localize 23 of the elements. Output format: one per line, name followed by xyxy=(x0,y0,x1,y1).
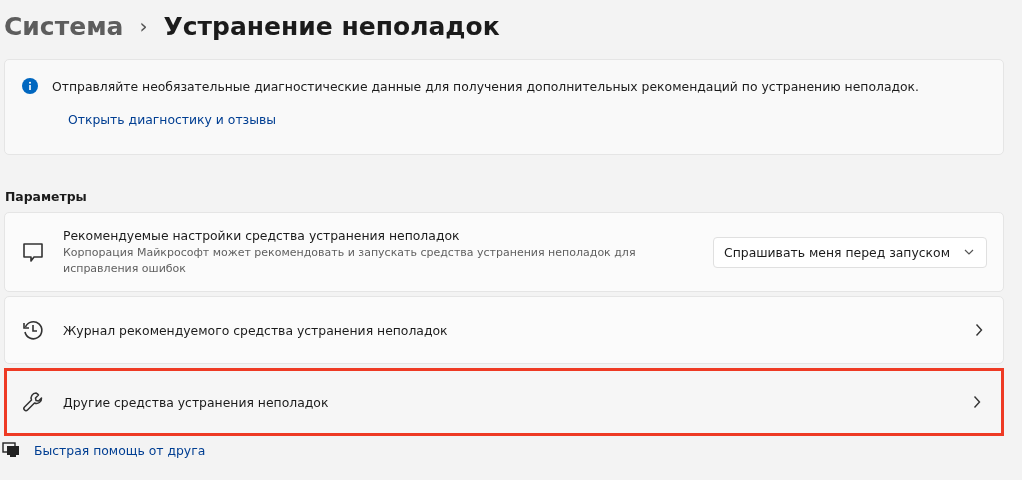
setting-title: Другие средства устранения неполадок xyxy=(63,394,330,410)
message-icon xyxy=(21,240,45,264)
setting-card[interactable]: Другие средства устранения неполадок xyxy=(4,368,1004,436)
setting-title: Журнал рекомендуемого средства устранения неполадок xyxy=(63,322,449,338)
info-message: Отправляйте необязательные диагностические данные для получения дополнительных рекомендаций по устранению неполадок. xyxy=(52,78,920,94)
chevron-right-icon xyxy=(973,395,981,409)
chevron-right-icon xyxy=(975,323,983,337)
quick-assist-link[interactable]: Быстрая помощь от друга xyxy=(34,442,206,458)
wrench-icon xyxy=(21,390,45,414)
history-icon xyxy=(21,318,45,342)
setting-card[interactable]: Журнал рекомендуемого средства устранения неполадок xyxy=(4,296,1004,364)
page-title: Устранение неполадок xyxy=(163,11,500,41)
setting-title: Рекомендуемые настройки средства устранения неполадок xyxy=(63,227,461,243)
breadcrumb-parent[interactable]: Система xyxy=(4,11,124,41)
info-icon xyxy=(22,78,38,94)
monitor-icon xyxy=(2,442,20,458)
setting-description: Корпорация Майкрософт может рекомендовать и запускать средства устранения неполадок для исправления ошибок xyxy=(63,244,637,277)
dropdown[interactable]: Спрашивать меня перед запуском xyxy=(713,236,987,268)
breadcrumb-separator: › xyxy=(139,14,148,38)
diagnostics-link[interactable]: Открыть диагностику и отзывы xyxy=(68,112,277,127)
section-title: Параметры xyxy=(5,189,88,204)
chevron-down-icon xyxy=(964,249,974,255)
setting-card[interactable]: Рекомендуемые настройки средства устранения неполадок Корпорация Майкрософт может рекомендовать и запускать средства устранения неполадок для исправления ошибок Спрашивать меня перед запуском xyxy=(4,212,1004,292)
